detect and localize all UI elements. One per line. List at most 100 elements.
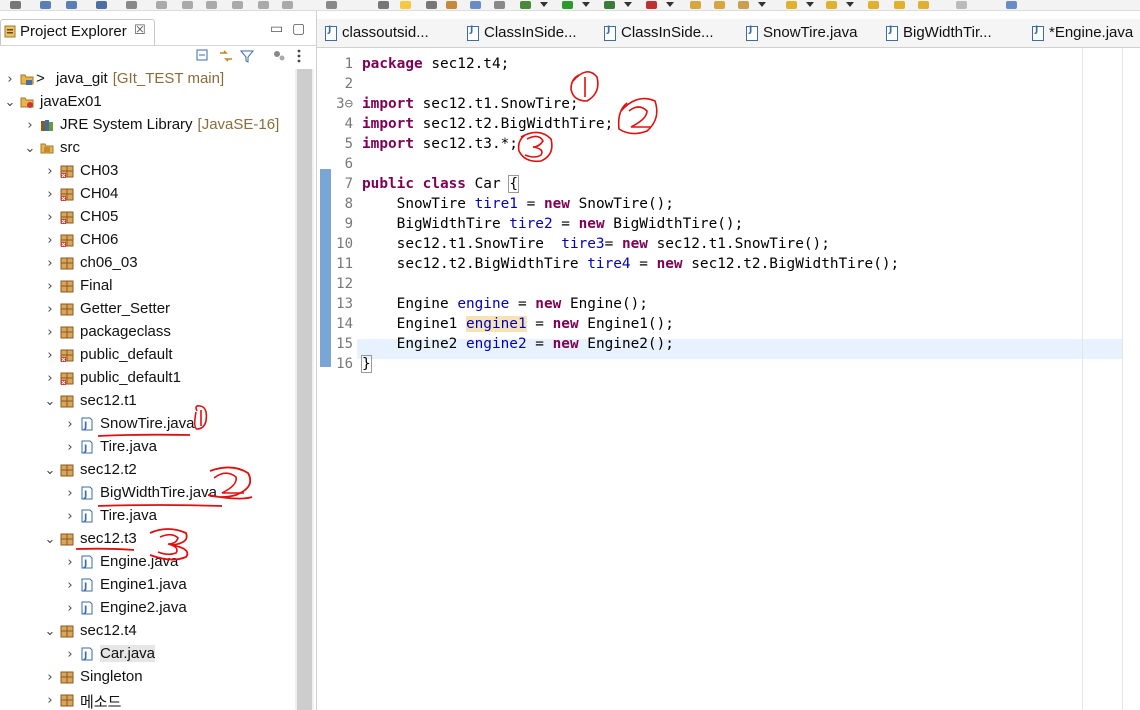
chevron-down-icon[interactable] bbox=[758, 2, 766, 7]
chevron-right-icon[interactable]: › bbox=[44, 187, 56, 202]
code-line[interactable]: sec12.t2.BigWidthTire tire4 = new sec12.… bbox=[362, 256, 900, 276]
open-folder-icon[interactable] bbox=[714, 1, 725, 9]
history-forward-icon[interactable] bbox=[956, 1, 967, 9]
tree-item[interactable]: › CH05 bbox=[0, 207, 294, 230]
chevron-right-icon[interactable]: › bbox=[44, 670, 56, 685]
chevron-right-icon[interactable]: › bbox=[4, 72, 16, 87]
stop-icon[interactable] bbox=[206, 1, 217, 9]
tree-item[interactable]: ⌄ sec12.t1 bbox=[0, 391, 294, 414]
last-edit-icon[interactable] bbox=[918, 1, 929, 9]
chevron-down-icon[interactable]: ⌄ bbox=[24, 141, 36, 156]
step-over-icon[interactable] bbox=[282, 1, 293, 9]
tree-item[interactable]: › J BigWidthTire.java bbox=[0, 483, 294, 506]
chevron-down-icon[interactable] bbox=[846, 2, 854, 7]
perspective-icon[interactable] bbox=[1006, 1, 1017, 9]
whitespace-icon[interactable] bbox=[470, 1, 481, 9]
new-package-icon[interactable] bbox=[690, 1, 701, 9]
chevron-right-icon[interactable]: › bbox=[64, 509, 76, 524]
code-line[interactable]: package sec12.t4; bbox=[362, 56, 509, 76]
chevron-down-icon[interactable]: ⌄ bbox=[44, 394, 56, 409]
minimize-icon[interactable]: ▭ bbox=[270, 21, 283, 37]
tree-item[interactable]: › CH06 bbox=[0, 230, 294, 253]
chevron-down-icon[interactable]: ⌄ bbox=[44, 532, 56, 547]
toggle-icon[interactable] bbox=[326, 1, 337, 9]
overview-ruler[interactable] bbox=[1122, 48, 1140, 710]
chevron-down-icon[interactable]: ⌄ bbox=[4, 95, 16, 110]
tree-item[interactable]: › packageclass bbox=[0, 322, 294, 345]
chevron-right-icon[interactable]: › bbox=[44, 693, 56, 708]
code-line[interactable]: BigWidthTire tire2 = new BigWidthTire(); bbox=[362, 216, 744, 236]
tree-item[interactable]: › CH03 bbox=[0, 161, 294, 184]
disconnect-icon[interactable] bbox=[232, 1, 243, 9]
annotation-nav-icon[interactable] bbox=[786, 1, 797, 9]
chevron-right-icon[interactable]: › bbox=[44, 210, 56, 225]
tree-item[interactable]: › J Tire.java bbox=[0, 437, 294, 460]
save-icon[interactable] bbox=[40, 1, 51, 9]
tree-item[interactable]: › J Engine2.java bbox=[0, 598, 294, 621]
chevron-right-icon[interactable]: › bbox=[44, 325, 56, 340]
search-icon[interactable] bbox=[126, 1, 137, 9]
tree-item[interactable]: ⌄ sec12.t4 bbox=[0, 621, 294, 644]
tree-item[interactable]: ⌄ javaEx01 bbox=[0, 92, 294, 115]
back-icon[interactable] bbox=[868, 1, 879, 9]
tree-item[interactable]: › Final bbox=[0, 276, 294, 299]
toolbar-icon[interactable] bbox=[10, 1, 21, 9]
chevron-down-icon[interactable] bbox=[806, 2, 814, 7]
code-line[interactable]: Engine1 engine1 = new Engine1(); bbox=[362, 316, 674, 336]
print-icon[interactable] bbox=[96, 1, 107, 9]
chevron-down-icon[interactable] bbox=[582, 2, 590, 7]
tree-item[interactable]: › J SnowTire.java bbox=[0, 414, 294, 437]
chevron-right-icon[interactable]: › bbox=[44, 164, 56, 179]
highlight-icon[interactable] bbox=[400, 1, 411, 9]
tree-item[interactable]: ⌄ sec12.t3 bbox=[0, 529, 294, 552]
next-annotation-icon[interactable] bbox=[826, 1, 837, 9]
focus-icon[interactable] bbox=[272, 49, 286, 63]
external-tools-icon[interactable] bbox=[646, 1, 657, 9]
code-line[interactable]: public class Car { bbox=[362, 175, 519, 196]
save-all-icon[interactable] bbox=[66, 1, 77, 9]
chevron-right-icon[interactable]: › bbox=[64, 555, 76, 570]
chevron-right-icon[interactable]: › bbox=[64, 647, 76, 662]
collapse-all-icon[interactable] bbox=[196, 49, 210, 63]
tree-item[interactable]: › Getter_Setter bbox=[0, 299, 294, 322]
chevron-right-icon[interactable]: › bbox=[64, 417, 76, 432]
chevron-down-icon[interactable] bbox=[540, 2, 548, 7]
code-line[interactable]: import sec12.t2.BigWidthTire; bbox=[362, 116, 613, 136]
skip-icon[interactable] bbox=[156, 1, 167, 9]
tree-item[interactable]: › public_default bbox=[0, 345, 294, 368]
chevron-right-icon[interactable]: › bbox=[64, 486, 76, 501]
link-with-editor-icon[interactable] bbox=[218, 49, 234, 63]
chevron-down-icon[interactable] bbox=[624, 2, 632, 7]
tree-item[interactable]: › > java_git [GIt_TEST main] bbox=[0, 69, 294, 92]
code-line[interactable]: SnowTire tire1 = new SnowTire(); bbox=[362, 196, 674, 216]
chevron-right-icon[interactable]: › bbox=[44, 279, 56, 294]
step-into-icon[interactable] bbox=[258, 1, 269, 9]
tree-item[interactable]: › J Engine.java bbox=[0, 552, 294, 575]
open-type-icon[interactable] bbox=[378, 1, 389, 9]
project-explorer-tab[interactable]: Project Explorer ☒ bbox=[0, 19, 155, 46]
code-line[interactable]: import sec12.t3.*; bbox=[362, 136, 518, 156]
filter-icon[interactable] bbox=[240, 49, 254, 63]
chevron-right-icon[interactable]: › bbox=[44, 256, 56, 271]
code-line[interactable]: sec12.t1.SnowTire tire3= new sec12.t1.Sn… bbox=[362, 236, 830, 256]
chevron-right-icon[interactable]: › bbox=[44, 233, 56, 248]
chevron-right-icon[interactable]: › bbox=[64, 601, 76, 616]
tree-item[interactable]: › public_default1 bbox=[0, 368, 294, 391]
chevron-down-icon[interactable] bbox=[666, 2, 674, 7]
tree-item[interactable]: › J Tire.java bbox=[0, 506, 294, 529]
tree-item[interactable]: › ch06_03 bbox=[0, 253, 294, 276]
maximize-icon[interactable]: ▢ bbox=[292, 21, 305, 37]
chevron-right-icon[interactable]: › bbox=[44, 302, 56, 317]
paragraph-icon[interactable] bbox=[494, 1, 505, 9]
outline-icon[interactable] bbox=[446, 1, 457, 9]
chevron-right-icon[interactable]: › bbox=[64, 578, 76, 593]
code-line[interactable]: import sec12.t1.SnowTire; bbox=[362, 96, 579, 116]
block-select-icon[interactable] bbox=[426, 1, 437, 9]
tree-item[interactable]: › Singleton bbox=[0, 667, 294, 690]
resume-icon[interactable] bbox=[182, 1, 193, 9]
chevron-down-icon[interactable]: ⌄ bbox=[44, 624, 56, 639]
line-number-gutter[interactable]: 1 2 3⊖ 4 5 6 7 8 9 10 11 12 13 14 15 16 bbox=[317, 48, 357, 710]
explorer-scrollbar[interactable] bbox=[295, 69, 314, 710]
tree-item[interactable]: › J Engine1.java bbox=[0, 575, 294, 598]
scrollbar-thumb[interactable] bbox=[297, 69, 312, 710]
